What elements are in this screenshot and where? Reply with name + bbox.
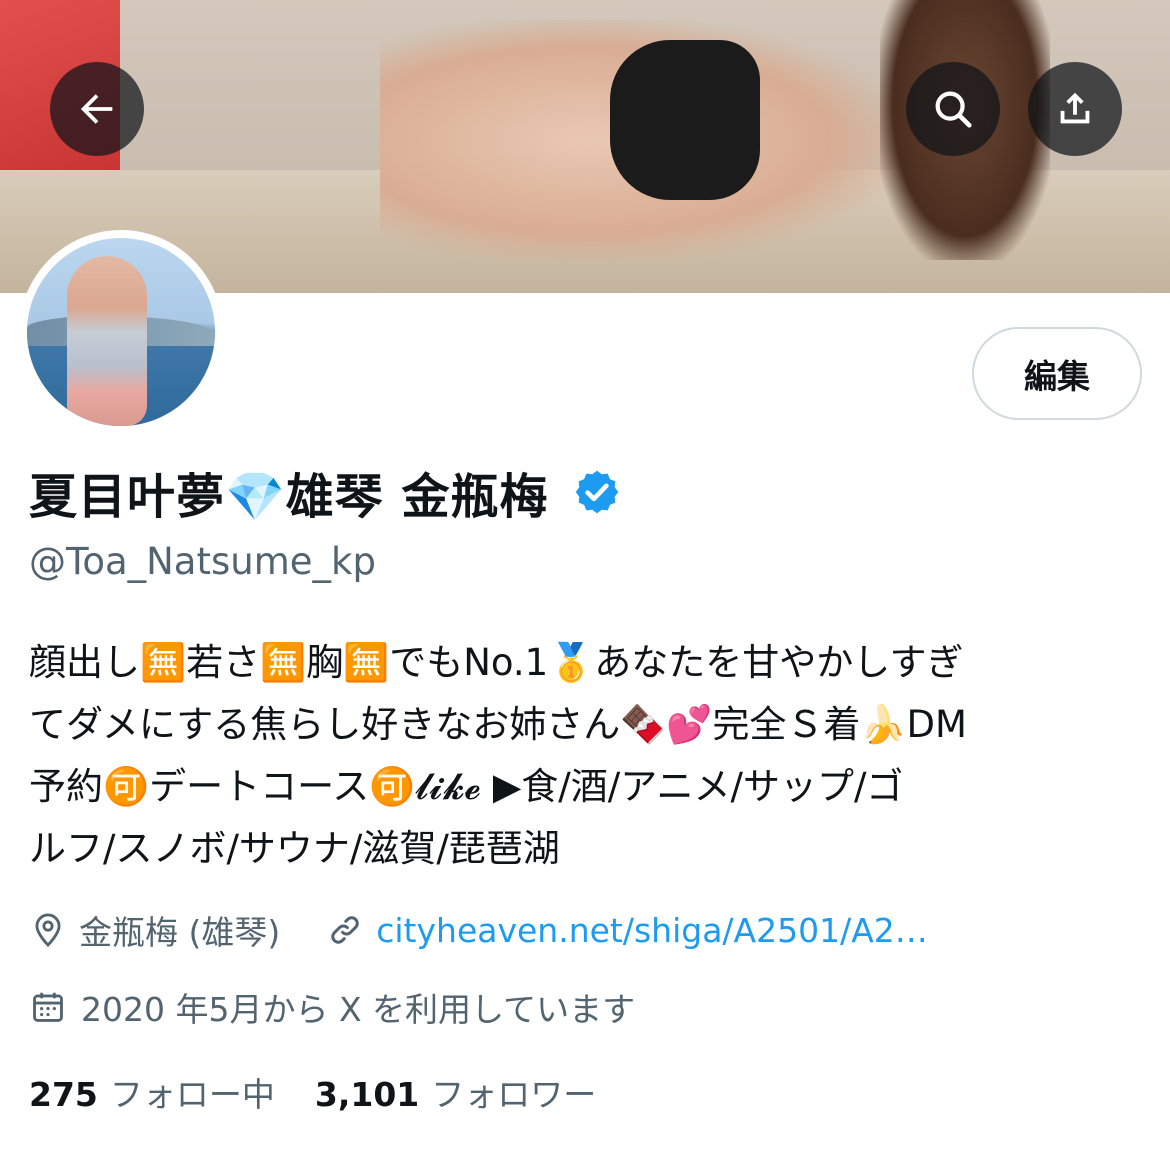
profile-avatar[interactable] — [19, 230, 223, 434]
bio-line: ルフ/スノボ/サウナ/滋賀/琵琶湖 — [29, 827, 560, 870]
arrow-left-icon — [80, 94, 113, 124]
following-link[interactable]: 275 フォロー中 — [29, 1068, 275, 1116]
follow-stats: 275 フォロー中 3,101 フォロワー — [29, 1062, 596, 1122]
following-label: フォロー中 — [109, 1075, 275, 1114]
joined-date-row: 2020 年5月から X を利用しています — [29, 977, 635, 1037]
verified-badge-icon[interactable] — [572, 467, 622, 517]
display-name: 夏目叶夢💎雄琴 金瓶梅 — [29, 469, 549, 525]
share-button[interactable] — [1028, 62, 1122, 156]
share-icon — [1060, 92, 1090, 124]
profile-meta-row: 金瓶梅 (雄琴) cityheaven.net/shiga/A2501/A2… — [29, 900, 928, 960]
joined-date: 2020 年5月から X を利用しています — [81, 990, 636, 1029]
search-icon — [935, 91, 972, 128]
location-pin-icon — [35, 913, 61, 948]
profile-bio: 顔出し🈚若さ🈚胸🈚でもNo.1🥇あなたを甘やかしすぎ てダメにする焦らし好きなお… — [29, 632, 1144, 880]
bio-line: 予約🉑デートコース🉑𝓵𝓲𝓴𝓮 ▶︎食/酒/アニメ/サップ/ゴ — [29, 765, 904, 808]
avatar-person — [67, 256, 147, 426]
profile-location: 金瓶梅 (雄琴) — [79, 913, 281, 952]
user-handle: @Toa_Natsume_kp — [29, 540, 376, 583]
calendar-icon — [33, 992, 63, 1022]
banner-garment — [610, 40, 760, 200]
bio-line: 顔出し🈚若さ🈚胸🈚でもNo.1🥇あなたを甘やかしすぎ — [29, 641, 964, 684]
followers-count: 3,101 — [314, 1075, 420, 1114]
search-button[interactable] — [906, 62, 1000, 156]
bio-line: てダメにする焦らし好きなお姉さん🍫💕完全Ｓ着🍌DM — [29, 703, 967, 746]
profile-website-link[interactable]: cityheaven.net/shiga/A2501/A2… — [376, 911, 928, 950]
following-count: 275 — [29, 1075, 98, 1114]
link-icon — [331, 916, 359, 944]
display-name-row: 夏目叶夢💎雄琴 金瓶梅 — [29, 456, 622, 528]
edit-profile-button[interactable]: 編集 — [972, 327, 1142, 420]
followers-label: フォロワー — [431, 1075, 597, 1114]
followers-link[interactable]: 3,101 フォロワー — [315, 1068, 596, 1116]
avatar-image — [27, 238, 215, 426]
back-button[interactable] — [50, 62, 144, 156]
